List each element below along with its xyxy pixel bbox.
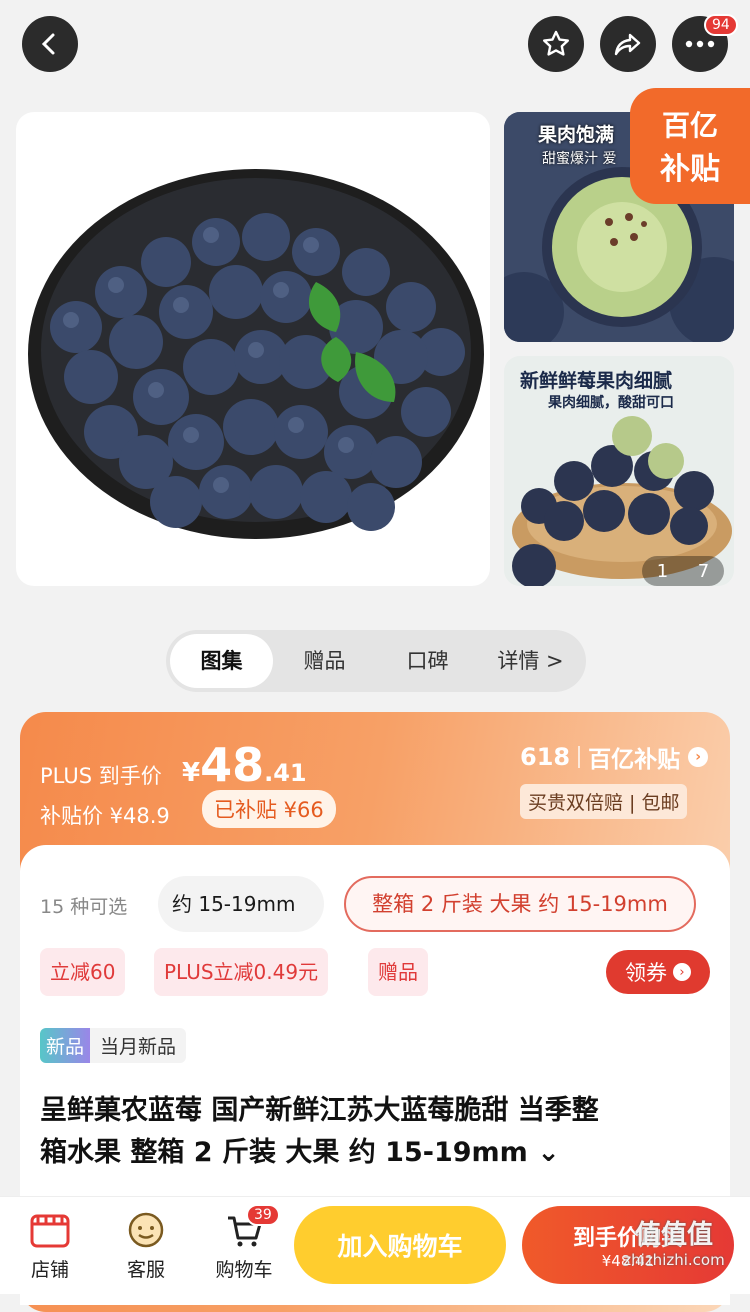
- event-label: 618: [520, 743, 571, 771]
- product-title-line-2: 箱水果 整箱 2 斤装 大果 约 15-19mm: [40, 1137, 528, 1168]
- subsidy-badge-top: 百亿: [661, 109, 718, 142]
- notification-badge: 94: [704, 14, 738, 36]
- event-banner[interactable]: 618 百亿补贴 ›: [520, 740, 709, 774]
- shop-label: 店铺: [30, 1259, 69, 1281]
- promo-tag-1[interactable]: 立减60: [40, 948, 126, 996]
- cart-count-badge: 39: [246, 1204, 280, 1226]
- add-to-cart-button[interactable]: 加入购物车: [294, 1206, 506, 1284]
- new-product-tag: 新品 当月新品: [40, 1028, 187, 1063]
- favorite-button[interactable]: [528, 16, 584, 72]
- monthly-new-label: 当月新品: [90, 1028, 187, 1063]
- thumbnail-1-subtitle: 甜蜜爆汁 爱: [542, 151, 617, 167]
- event-brand: 百亿补贴: [588, 747, 681, 773]
- cart-label: 购物车: [215, 1259, 273, 1281]
- watermark-url: zhizhizhi.com: [623, 1251, 725, 1269]
- service-label: 客服: [126, 1259, 165, 1281]
- blueberry-bowl-image: [28, 169, 484, 539]
- currency-symbol: ¥: [182, 758, 201, 788]
- subsidized-amount: 已补贴 ¥66: [202, 790, 336, 828]
- guarantee-tag: 买贵双倍赔 | 包邮: [520, 784, 688, 819]
- share-icon: [614, 33, 641, 56]
- plus-price: ¥ 48 .41: [182, 738, 307, 792]
- shop-button[interactable]: 店铺: [20, 1210, 80, 1282]
- customer-service-button[interactable]: 客服: [116, 1210, 176, 1282]
- thumbnail-2-title: 新鲜鲜莓果肉细腻: [520, 370, 673, 392]
- thumbnail-1-title: 果肉饱满: [538, 124, 615, 146]
- watermark: 值值值 zhizhizhi.com: [604, 1214, 744, 1269]
- plus-price-label: PLUS 到手价: [40, 764, 162, 788]
- new-label: 新品: [40, 1028, 91, 1063]
- product-title: 呈鲜菓农蓝莓 国产新鲜江苏大蓝莓脆甜 当季整 箱水果 整箱 2 斤装 大果 约 …: [40, 1090, 720, 1174]
- shop-icon: [30, 1214, 70, 1248]
- gallery-counter-total: 7: [697, 560, 710, 582]
- content-tabs: 图集 赠品 口碑 详情 >: [166, 630, 586, 692]
- back-button[interactable]: [22, 16, 78, 72]
- variant-option-1[interactable]: 约 15-19mm: [158, 876, 324, 932]
- coupon-button[interactable]: 领券 ›: [606, 950, 710, 994]
- variant-option-selected[interactable]: 整箱 2 斤装 大果 约 15-19mm: [344, 876, 696, 932]
- tab-reviews[interactable]: 口碑: [376, 634, 479, 688]
- more-icon: [685, 40, 715, 48]
- price-decimal: .41: [264, 759, 307, 787]
- service-icon: [128, 1212, 164, 1248]
- gallery-counter-current: 1: [656, 560, 669, 582]
- tab-gallery[interactable]: 图集: [170, 634, 273, 688]
- thumbnail-2-subtitle: 果肉细腻，酸甜可口: [548, 395, 674, 411]
- promo-tag-2[interactable]: PLUS立减0.49元: [154, 948, 329, 996]
- coupon-label: 领券: [625, 961, 667, 985]
- watermark-logo: 值值值: [634, 1220, 713, 1250]
- variant-count: 15 种可选: [40, 896, 128, 918]
- chevron-right-icon: ›: [688, 747, 709, 767]
- price-integer: 48: [200, 738, 265, 792]
- subsidy-price: 补贴价 ¥48.9: [40, 804, 170, 828]
- tab-gifts[interactable]: 赠品: [273, 634, 376, 688]
- share-button[interactable]: [600, 16, 656, 72]
- subsidy-badge: 百亿 补贴: [630, 88, 750, 204]
- main-product-image[interactable]: [16, 112, 490, 586]
- product-title-line-1: 呈鲜菓农蓝莓 国产新鲜江苏大蓝莓脆甜 当季整: [40, 1095, 599, 1126]
- chevron-down-icon[interactable]: ⌄: [528, 1137, 560, 1168]
- star-icon: [543, 30, 569, 56]
- chevron-right-icon: ›: [673, 963, 691, 981]
- subsidy-badge-bottom: 补贴: [660, 152, 720, 187]
- promo-tag-3[interactable]: 赠品: [368, 948, 428, 996]
- gallery-counter: 1 7: [642, 556, 724, 586]
- tab-details[interactable]: 详情 >: [479, 634, 582, 688]
- gallery-thumbnail-2[interactable]: 新鲜鲜莓果肉细腻 果肉细腻，酸甜可口 1 7: [504, 356, 734, 586]
- chevron-left-icon: [41, 33, 55, 55]
